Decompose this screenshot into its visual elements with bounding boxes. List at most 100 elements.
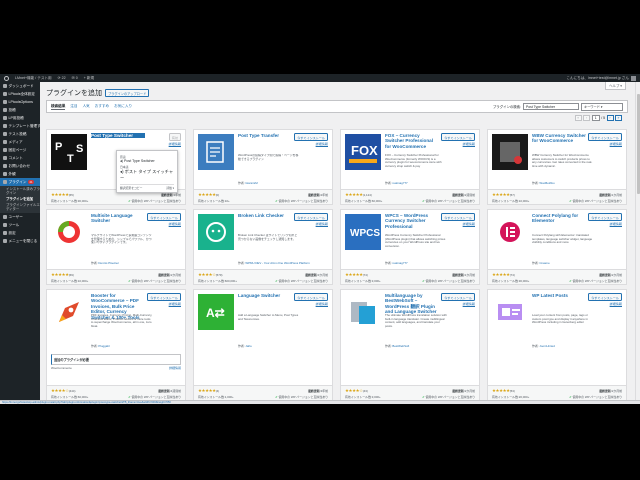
author-link[interactable]: WPMU DEV - Your All-in-One WordPress Pla… (245, 261, 309, 265)
required-plugin-link[interactable]: 詳細情報 (169, 366, 181, 370)
plugin-title[interactable]: FOX – Currency Switcher Professional for… (385, 133, 439, 149)
menu-icon (3, 108, 7, 112)
admin-bar-account[interactable]: こんにちは、lmnet+test@lmnet.jp さん (566, 75, 636, 81)
plugin-thumbnail[interactable]: FOX (345, 134, 381, 170)
plugins-submenu: インストール済みプラグイン プラグインを追加 プラグインファイルエディター (0, 186, 40, 213)
details-link[interactable]: 詳細情報 (463, 301, 475, 306)
sidebar-item[interactable]: テスト投稿 (0, 130, 40, 138)
plugin-thumbnail[interactable] (198, 214, 234, 250)
author-link[interactable]: Pluggabl (98, 344, 109, 348)
author-link[interactable]: realmag777 (392, 261, 407, 265)
details-link[interactable]: 詳細情報 (610, 221, 622, 226)
sidebar-item[interactable]: プラグイン 21 (0, 178, 40, 186)
author-link[interactable]: Dennis Ploetner (98, 261, 119, 265)
tab-featured[interactable]: 注目 (70, 104, 77, 109)
plugin-thumbnail[interactable] (492, 294, 528, 330)
sidebar-item[interactable]: ユーザー (0, 213, 40, 221)
admin-bar-site-name[interactable]: LMnet+機能 / テスト用 (15, 76, 52, 81)
author-link[interactable]: realmag777 (392, 181, 407, 185)
plugin-thumbnail[interactable] (345, 294, 381, 330)
details-link[interactable]: 詳細情報 (316, 141, 328, 146)
admin-bar-comments[interactable]: ✉ 0 (72, 76, 78, 80)
sidebar-item-label: テスト投稿 (8, 131, 27, 136)
first-page-button[interactable]: « (574, 115, 582, 121)
upload-plugin-button[interactable]: プラグインのアップロード (105, 89, 150, 97)
sidebar-item[interactable]: 設定 (0, 229, 40, 237)
plugin-thumbnail[interactable]: WPCS (345, 214, 381, 250)
details-link[interactable]: 詳細情報 (610, 141, 622, 146)
sidebar-item[interactable]: LPtoolsOptions (0, 98, 40, 106)
author-link[interactable]: WooBeWoo (539, 181, 554, 185)
details-link[interactable]: 詳細情報 (463, 141, 475, 146)
tab-favorites[interactable]: お気に入り (114, 104, 132, 109)
wordpress-logo-icon[interactable] (4, 75, 9, 81)
tab-search-results[interactable]: 検索結果 (51, 104, 66, 110)
sidebar-item[interactable]: 投稿 (0, 106, 40, 114)
last-page-button[interactable]: » (615, 115, 622, 121)
tab-popular[interactable]: 人気 (83, 104, 90, 109)
sidebar-item[interactable]: お問い合わせ (0, 162, 40, 170)
sidebar-item[interactable]: 外観 (0, 170, 40, 178)
plugin-thumbnail[interactable] (492, 214, 528, 250)
submenu-item[interactable]: プラグインファイルエディター (0, 203, 40, 212)
plugin-thumbnail[interactable] (492, 134, 528, 170)
author-link[interactable]: Creame (539, 261, 549, 265)
search-input[interactable]: Post Type Switcher (523, 103, 579, 110)
plugin-title[interactable]: Multisite Language Switcher (91, 213, 145, 224)
sidebar-item[interactable]: LP用投稿 (0, 114, 40, 122)
author-link[interactable]: BestWebSoft (392, 344, 409, 348)
plugin-thumbnail[interactable] (198, 134, 234, 170)
sidebar-item[interactable]: LPtools全体設定 (0, 90, 40, 98)
sidebar-item[interactable]: コメント (0, 154, 40, 162)
plugin-title[interactable]: WP Latest Posts (532, 293, 586, 298)
submenu-item[interactable]: プラグインを追加 (0, 196, 40, 203)
details-link[interactable]: 詳細情報 (610, 301, 622, 306)
details-link[interactable]: 詳細情報 (463, 221, 475, 226)
author-link[interactable]: JoomUnited (539, 344, 554, 348)
current-page-input[interactable]: 1 (591, 115, 600, 121)
details-link[interactable]: 詳細情報 (169, 221, 181, 226)
details-link[interactable]: 詳細情報 (169, 141, 181, 146)
plugin-title[interactable]: Broken Link Checker (238, 213, 292, 218)
sidebar-item[interactable]: メニューを閉じる (0, 237, 40, 245)
details-link[interactable]: 詳細情報 (316, 301, 328, 306)
sidebar-item[interactable]: ツール (0, 221, 40, 229)
author-link[interactable]: Jafre (245, 344, 251, 348)
sidebar-item[interactable]: メディア (0, 138, 40, 146)
next-page-button[interactable]: › (606, 115, 614, 121)
plugin-title[interactable]: WBW Currency Switcher for WooCommerce (532, 133, 586, 144)
plugin-title[interactable]: Connect Polylang for Elementor (532, 213, 586, 224)
plugin-thumbnail[interactable] (51, 294, 87, 330)
submenu-item[interactable]: インストール済みプラグイン (0, 187, 40, 196)
total-pages: / 5 (601, 116, 605, 120)
plugin-thumbnail[interactable] (51, 214, 87, 250)
help-tab[interactable]: ヘルプ ▾ (605, 82, 626, 90)
sidebar-item[interactable]: テンプレート管理する (0, 122, 40, 130)
plugin-thumbnail[interactable]: A⇄ (198, 294, 234, 330)
update-badge: 21 (28, 180, 34, 184)
translation-popup[interactable]: 原語 ◂) Post Type Switcher 日本語 ◂) ポスト タイプ … (116, 150, 178, 193)
plugin-title[interactable]: Post Type Switcher (91, 133, 145, 139)
plugin-title[interactable]: Post Type Transfer (238, 133, 292, 138)
plugin-title[interactable]: WPCS – WordPress Currency Switcher Profe… (385, 213, 439, 229)
popup-copy-link[interactable]: 翻訳結果をコピー (120, 186, 142, 190)
sidebar-item[interactable]: ダッシュボード (0, 82, 40, 90)
plugin-thumbnail[interactable]: PTS (51, 134, 87, 170)
page-scrollbar[interactable] (635, 82, 640, 400)
menu-icon (3, 172, 7, 176)
plugin-title[interactable]: Language Switcher (238, 293, 292, 298)
author-link[interactable]: GiannisM (245, 181, 257, 185)
popup-rating-link[interactable]: 評価 ▾ (166, 186, 174, 190)
plugin-title[interactable]: Multilanguage by BestWebSoft – WordPress… (385, 293, 439, 315)
admin-bar-new[interactable]: + 新規 (84, 76, 94, 81)
tab-recommended[interactable]: おすすめ (95, 104, 109, 109)
sidebar-item[interactable]: 固定ページ (0, 146, 40, 154)
compatibility: ✔ 使用中の WP バージョンと互換性あり (128, 279, 181, 283)
details-link[interactable]: 詳細情報 (316, 221, 328, 226)
admin-bar-updates[interactable]: ⟳ 22 (58, 76, 66, 80)
search-type-select[interactable]: キーワード ▾ (581, 102, 623, 111)
details-link[interactable]: 詳細情報 (169, 301, 181, 306)
plugin-author: 作者: GiannisM (238, 181, 258, 185)
prev-page-button[interactable]: ‹ (583, 115, 591, 121)
popup-translated-text: ◂) ポスト タイプ スイッチャー (120, 169, 174, 180)
